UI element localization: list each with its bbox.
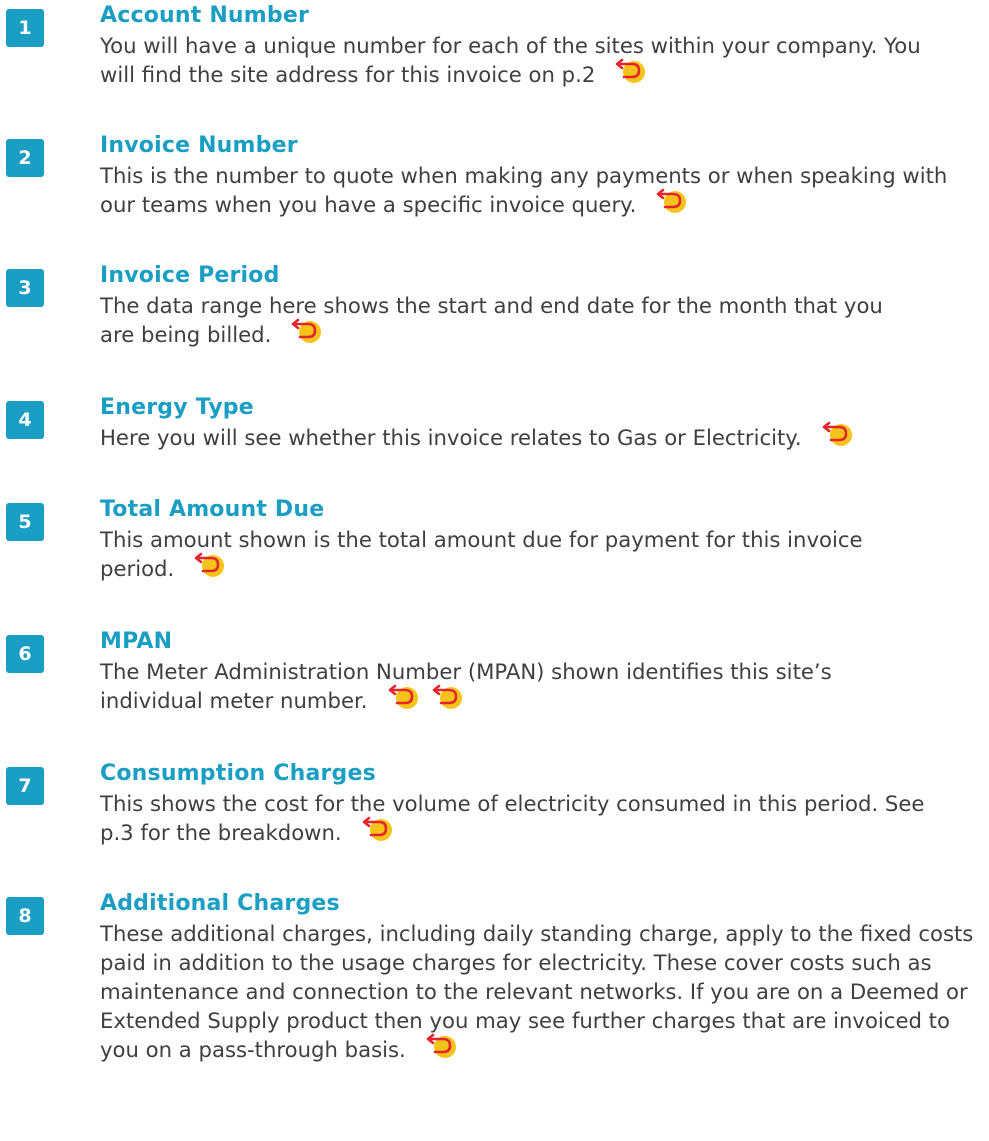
back-arrow-icon[interactable] — [190, 551, 228, 584]
back-arrow-icon[interactable] — [611, 57, 649, 90]
item-description: Here you will see whether this invoice r… — [100, 420, 960, 453]
item-title: Invoice Period — [100, 263, 280, 288]
item-description: These additional charges, including dail… — [100, 919, 985, 1065]
back-arrow-icon[interactable] — [652, 187, 690, 220]
item-title: Invoice Number — [100, 133, 298, 158]
item-number-badge: 7 — [6, 767, 44, 805]
item-description: The data range here shows the start and … — [100, 291, 920, 350]
item-number-badge: 5 — [6, 503, 44, 541]
item-number-badge: 1 — [6, 9, 44, 47]
back-arrow-icon[interactable] — [358, 815, 396, 848]
item-title: Energy Type — [100, 395, 254, 420]
item-number-badge: 3 — [6, 269, 44, 307]
back-arrow-icon[interactable] — [818, 420, 856, 453]
back-arrow-icon[interactable] — [422, 1032, 460, 1065]
item-number-badge: 6 — [6, 635, 44, 673]
item-description: This is the number to quote when making … — [100, 161, 985, 220]
item-title: MPAN — [100, 629, 173, 654]
back-arrow-icon[interactable] — [428, 683, 466, 716]
item-title: Account Number — [100, 3, 310, 28]
item-title: Consumption Charges — [100, 761, 376, 786]
item-title: Total Amount Due — [100, 497, 325, 522]
item-title: Additional Charges — [100, 891, 340, 916]
back-arrow-icon[interactable] — [287, 317, 325, 350]
item-description: The Meter Administration Number (MPAN) s… — [100, 657, 900, 716]
item-description: You will have a unique number for each o… — [100, 31, 960, 90]
item-description: This amount shown is the total amount du… — [100, 525, 910, 584]
item-description: This shows the cost for the volume of el… — [100, 789, 930, 848]
item-number-badge: 2 — [6, 139, 44, 177]
item-number-badge: 4 — [6, 401, 44, 439]
item-number-badge: 8 — [6, 897, 44, 935]
back-arrow-icon[interactable] — [384, 683, 422, 716]
